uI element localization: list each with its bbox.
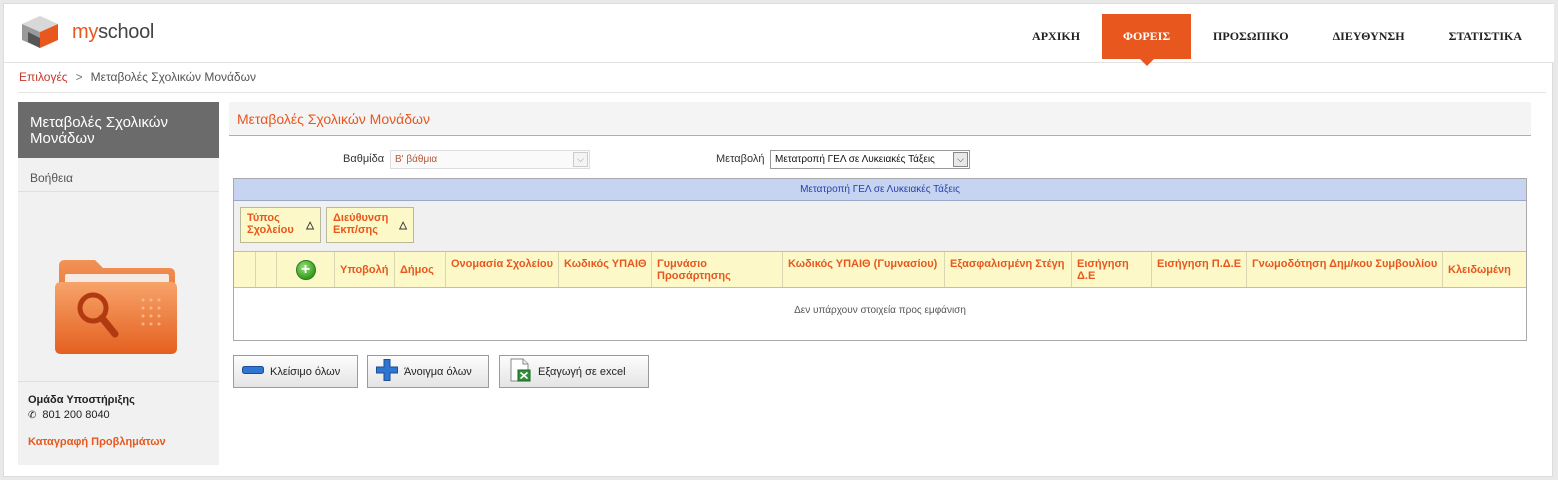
main-header: Μεταβολές Σχολικών Μονάδων <box>229 102 1531 136</box>
collapse-all-label: Κλείσιμο όλων <box>270 365 341 378</box>
breadcrumb-current: Μεταβολές Σχολικών Μονάδων <box>90 70 256 84</box>
grade-label: Βαθμίδα <box>343 153 385 165</box>
page-title: Μεταβολές Σχολικών Μονάδων <box>237 111 430 127</box>
grid-group-indent-col <box>256 252 277 287</box>
brand-my: my <box>72 20 99 43</box>
nav-item-home[interactable]: ΑΡΧΙΚΗ <box>1010 14 1102 59</box>
chevron-down-icon: ⌵ <box>953 152 968 167</box>
minus-icon <box>242 365 264 378</box>
sidebar-divider <box>18 381 219 382</box>
grade-select[interactable]: Β' βάθμια ⌵ <box>390 150 590 169</box>
brand-name: myschool <box>72 21 154 44</box>
nav-item-personnel[interactable]: ΠΡΟΣΩΠΙΚΟ <box>1191 14 1311 59</box>
nav-item-directorate[interactable]: ΔΙΕΥΘΥΝΣΗ <box>1311 14 1427 59</box>
sidebar-title: Μεταβολές Σχολικών Μονάδων <box>18 102 219 158</box>
export-excel-button[interactable]: Εξαγωγή σε excel <box>499 355 649 388</box>
support-team-title: Ομάδα Υποστήριξης <box>28 394 135 406</box>
folder-search-icon <box>51 254 181 362</box>
col-header-attached-gymnasium[interactable]: Γυμνάσιο Προσάρτησης <box>652 252 783 287</box>
export-excel-label: Εξαγωγή σε excel <box>538 365 626 378</box>
grade-select-value: Β' βάθμια <box>395 154 438 165</box>
breadcrumb: Επιλογές > Μεταβολές Σχολικών Μονάδων <box>19 70 256 84</box>
group-by-area: Τύπος Σχολείου △ Διεύθυνση Εκπ/σης △ <box>234 201 1526 252</box>
expand-all-button[interactable]: Άνοιγμα όλων <box>367 355 489 388</box>
grid-empty-message: Δεν υπάρχουν στοιχεία προς εμφάνιση <box>794 305 966 316</box>
report-problems-link[interactable]: Καταγραφή Προβλημάτων <box>28 436 166 448</box>
phone-icon: ✆ <box>28 410 37 421</box>
col-header-municipality[interactable]: Δήμος <box>395 252 446 287</box>
top-header: myschool ΑΡΧΙΚΗ ΦΟΡΕΙΣ ΠΡΟΣΩΠΙΚΟ ΔΙΕΥΘΥΝ… <box>4 4 1554 66</box>
grid-header-row: + Υποβολή Δήμος Ονομασία Σχολείου Κωδικό… <box>234 252 1526 288</box>
collapse-all-button[interactable]: Κλείσιμο όλων <box>233 355 358 388</box>
change-select[interactable]: Μετατροπή ΓΕΛ σε Λυκειακές Τάξεις ⌵ <box>770 150 970 169</box>
support-phone-number: 801 200 8040 <box>42 409 110 421</box>
myschool-logo-icon <box>22 16 58 48</box>
page: myschool ΑΡΧΙΚΗ ΦΟΡΕΙΣ ΠΡΟΣΩΠΙΚΟ ΔΙΕΥΘΥΝ… <box>3 3 1554 477</box>
breadcrumb-separator: > <box>75 70 83 84</box>
grid-group-indent-col <box>234 252 256 287</box>
grid-caption: Μετατροπή ΓΕΛ σε Λυκειακές Τάξεις <box>234 179 1526 201</box>
sidebar-help-link[interactable]: Βοήθεια <box>18 158 219 192</box>
main-nav: ΑΡΧΙΚΗ ΦΟΡΕΙΣ ΠΡΟΣΩΠΙΚΟ ΔΙΕΥΘΥΝΣΗ ΣΤΑΤΙΣ… <box>1010 14 1544 66</box>
col-header-school-name[interactable]: Ονομασία Σχολείου <box>446 252 559 287</box>
chevron-down-icon: ⌵ <box>573 152 588 167</box>
sort-triangle-icon[interactable]: △ <box>306 220 314 232</box>
support-phone: ✆ 801 200 8040 <box>28 409 110 421</box>
breadcrumb-divider <box>18 92 1546 93</box>
group-chip-label: Διεύθυνση Εκπ/σης <box>333 212 389 236</box>
expand-all-label: Άνοιγμα όλων <box>404 365 472 378</box>
col-header-de-recommendation[interactable]: Εισήγηση Δ.Ε <box>1072 252 1152 287</box>
col-header-gymnasium-code[interactable]: Κωδικός ΥΠΑΙΘ (Γυμνασίου) <box>783 252 945 287</box>
changes-grid: Μετατροπή ΓΕΛ σε Λυκειακές Τάξεις Τύπος … <box>233 178 1527 341</box>
sidebar: Μεταβολές Σχολικών Μονάδων Βοήθεια Ομάδα… <box>18 102 219 465</box>
myschool-logo[interactable]: myschool <box>18 14 154 50</box>
col-header-ypaith-code[interactable]: Κωδικός ΥΠΑΙΘ <box>559 252 652 287</box>
nav-item-foreis[interactable]: ΦΟΡΕΙΣ <box>1102 14 1192 66</box>
brand-school: school <box>98 20 155 43</box>
group-chip-directorate[interactable]: Διεύθυνση Εκπ/σης △ <box>326 207 414 243</box>
group-chip-school-type[interactable]: Τύπος Σχολείου △ <box>240 207 321 243</box>
plus-icon <box>376 359 398 384</box>
excel-export-icon <box>508 358 532 385</box>
change-label: Μεταβολή <box>716 153 765 165</box>
add-row-plus-icon[interactable]: + <box>295 259 316 280</box>
col-header-submission[interactable]: Υποβολή <box>335 252 395 287</box>
col-header-pde-recommendation[interactable]: Εισήγηση Π.Δ.Ε <box>1152 252 1247 287</box>
grid-add-col: + <box>277 252 335 287</box>
sort-triangle-icon[interactable]: △ <box>399 220 407 232</box>
change-select-value: Μετατροπή ΓΕΛ σε Λυκειακές Τάξεις <box>775 154 935 165</box>
group-chip-label: Τύπος Σχολείου <box>247 212 294 236</box>
col-header-council-opinion[interactable]: Γνωμοδότηση Δημ/κου Συμβουλίου <box>1247 252 1443 287</box>
nav-item-statistics[interactable]: ΣΤΑΤΙΣΤΙΚΑ <box>1427 14 1544 59</box>
col-header-locked[interactable]: Κλειδωμένη <box>1443 252 1526 287</box>
col-header-secured-building[interactable]: Εξασφαλισμένη Στέγη <box>945 252 1072 287</box>
breadcrumb-options-link[interactable]: Επιλογές <box>19 70 68 84</box>
